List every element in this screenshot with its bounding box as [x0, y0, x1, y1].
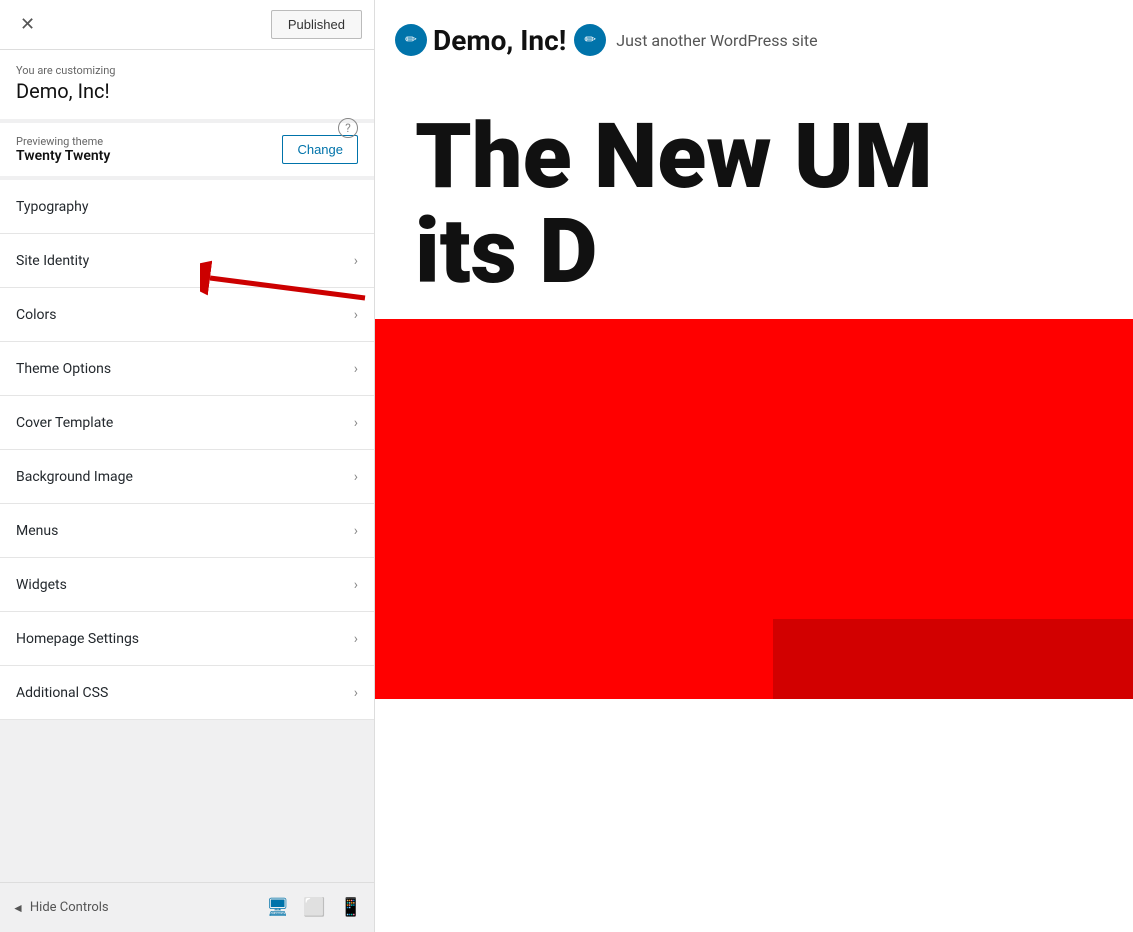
menu-item-menus[interactable]: Menus › [0, 504, 374, 558]
desktop-icon[interactable]: 🖥 [266, 897, 289, 918]
menu-item-widgets[interactable]: Widgets › [0, 558, 374, 612]
chevron-right-icon: › [354, 415, 358, 431]
menu-item-colors[interactable]: Colors › [0, 288, 374, 342]
menu-item-cover-template-label: Cover Template [16, 415, 113, 431]
customizing-title: Demo, Inc! [16, 79, 358, 103]
menu-list: Typography Site Identity › Colors › Them… [0, 180, 374, 882]
tablet-icon[interactable]: ⬜ [303, 897, 325, 918]
chevron-right-icon: › [354, 307, 358, 323]
theme-name: Twenty Twenty [16, 148, 110, 164]
customizing-label: You are customizing [16, 64, 358, 77]
menu-item-homepage-settings-label: Homepage Settings [16, 631, 139, 647]
menu-item-typography[interactable]: Typography [0, 180, 374, 234]
site-tagline-preview: Just another WordPress site [616, 31, 817, 50]
chevron-right-icon: › [354, 685, 358, 701]
hero-text-line1: The New UM [415, 110, 1093, 205]
top-bar: ✕ Published [0, 0, 374, 50]
arrow-left-icon: ◄ [12, 901, 24, 915]
menu-item-cover-template[interactable]: Cover Template › [0, 396, 374, 450]
customizing-section: You are customizing Demo, Inc! ? [0, 50, 374, 123]
menu-item-additional-css[interactable]: Additional CSS › [0, 666, 374, 720]
chevron-right-icon: › [354, 577, 358, 593]
menu-item-menus-label: Menus [16, 523, 58, 539]
theme-info: Previewing theme Twenty Twenty [16, 135, 110, 164]
edit-site-title-button[interactable]: ✏ [395, 24, 427, 56]
left-panel: ✕ Published You are customizing Demo, In… [0, 0, 375, 932]
chevron-right-icon: › [354, 469, 358, 485]
red-dark-overlay [773, 619, 1133, 699]
site-header: ✏ Demo, Inc! ✏ Just another WordPress si… [375, 0, 1133, 80]
chevron-right-icon: › [354, 631, 358, 647]
menu-item-site-identity-label: Site Identity [16, 253, 89, 269]
pencil-icon-2: ✏ [584, 32, 596, 48]
help-icon[interactable]: ? [338, 118, 358, 138]
menu-item-widgets-label: Widgets [16, 577, 67, 593]
menu-item-typography-label: Typography [16, 199, 88, 215]
theme-section: Previewing theme Twenty Twenty Change [0, 123, 374, 180]
menu-item-homepage-settings[interactable]: Homepage Settings › [0, 612, 374, 666]
chevron-right-icon: › [354, 361, 358, 377]
close-button[interactable]: ✕ [12, 10, 43, 39]
menu-item-site-identity[interactable]: Site Identity › [0, 234, 374, 288]
change-theme-button[interactable]: Change [282, 135, 358, 164]
chevron-right-icon: › [354, 253, 358, 269]
hide-controls-label: Hide Controls [30, 900, 109, 915]
hide-controls-button[interactable]: ◄ Hide Controls [12, 900, 109, 915]
published-button[interactable]: Published [271, 10, 362, 39]
bottom-bar: ◄ Hide Controls 🖥 ⬜ 📱 [0, 882, 374, 932]
menu-item-background-image[interactable]: Background Image › [0, 450, 374, 504]
pencil-icon: ✏ [405, 32, 417, 48]
menu-item-theme-options[interactable]: Theme Options › [0, 342, 374, 396]
right-panel: ✏ Demo, Inc! ✏ Just another WordPress si… [375, 0, 1133, 932]
menu-item-background-image-label: Background Image [16, 469, 133, 485]
red-section [375, 319, 1133, 699]
mobile-icon[interactable]: 📱 [340, 897, 362, 918]
menu-item-additional-css-label: Additional CSS [16, 685, 108, 701]
edit-site-tagline-button[interactable]: ✏ [574, 24, 606, 56]
theme-label: Previewing theme [16, 135, 110, 148]
chevron-right-icon: › [354, 523, 358, 539]
site-title-preview: Demo, Inc! [433, 24, 566, 57]
hero-text-line2: its D [415, 205, 1093, 300]
hero-section: The New UM its D [375, 80, 1133, 319]
device-icons: 🖥 ⬜ 📱 [266, 897, 362, 918]
menu-item-theme-options-label: Theme Options [16, 361, 111, 377]
menu-item-colors-label: Colors [16, 307, 56, 323]
